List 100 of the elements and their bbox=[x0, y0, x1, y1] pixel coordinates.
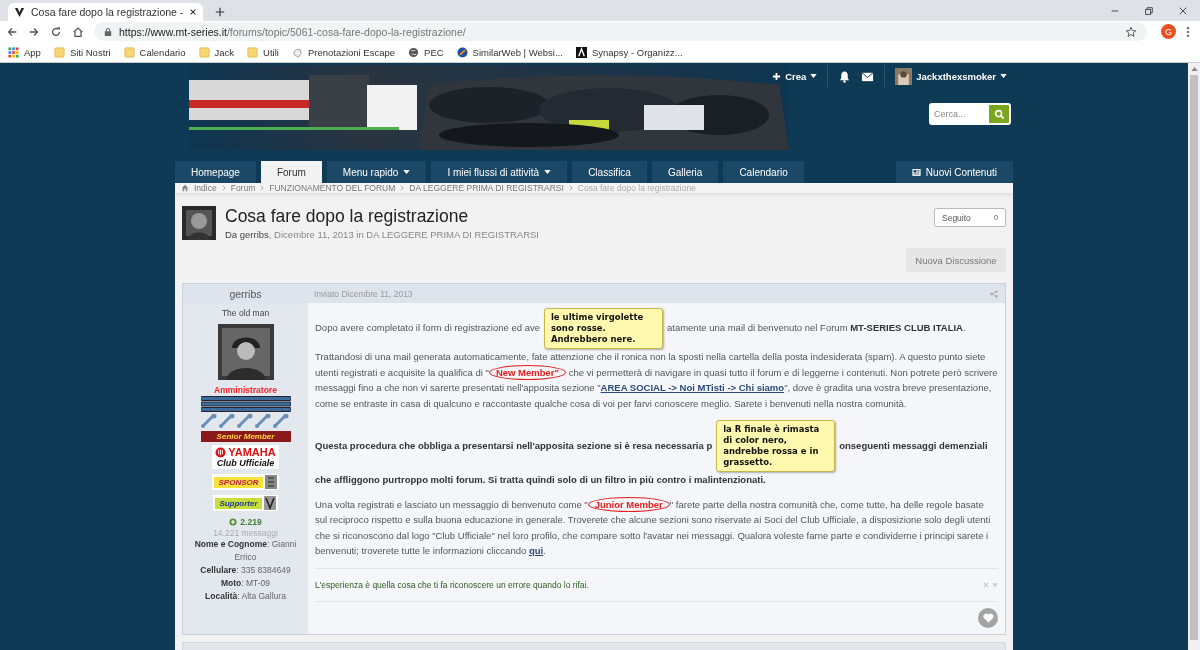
bookmark-label: Siti Nostri bbox=[69, 46, 111, 58]
post-paragraph: Una volta registrati e lasciato un messaggio di benvenuto come " Junior Member " farete parte della nostra comunità che, come tutte, ha delle regole basate sul reciproco rispetto e sulla buona educazione in generale. Troverete che alcune sezioni sono riservate ai Soci del Club Ufficiale, a disposizione solo degli utenti che si riconoscono dal logo "Club Ufficiale" nel loro profilo, che compare sotto l'avatar nei messaggi. Qualora voleste farne parte e condividerne i principi sarete i benvenuti; troverete tutte le informazioni cliccando qui. bbox=[315, 496, 992, 558]
bookmark[interactable]: PEC bbox=[408, 46, 444, 58]
folder-icon bbox=[198, 46, 210, 58]
post-paragraph: Dopo avere completato il form di registrazione ed ave le ultime virgolette sono rosse. Andrebbero nere. atamente una mail di benvenuto nel Forum MT-SERIES CLUB ITALIA. Trattandosi di una mail generata automaticamente, fate attenzione che il ronica non la sposti nella cartella della posta indesiderata (spam). A questo punto siete utenti registrati e acquisite la qualifica di " New Member" che vi permetterà di navigare in quasi tutto il forum e di leggerne i contenuti. Non potrete però scrivere messaggi fino a che non vi sarerte presentati nell'apposita sezione "AREA SOCIAL -> Noi MTisti -> Chi siamo", dove è gradita una vostra breve presentazione, come se entraste in casa di qualcuno e raccontaste qualche cosa di voi per farvi conoscere meglio. Sarete i benvenuti nella nostra comunità. bbox=[315, 308, 998, 411]
caret-icon bbox=[403, 170, 411, 174]
search-button[interactable] bbox=[987, 103, 1011, 125]
nav-tab[interactable]: Homepage bbox=[175, 161, 256, 183]
post-paragraph: Questa procedura che obbliga a presentarsi nell'apposita sezione si è resa necessaria p la R finale è rimasta di color nero, andrebbe rossa e in grassetto. onseguenti messaggi demenziali che affliggono purtroppo molti forum. Si tratta quindi solo di un filtro in più contro i malintenzionati. bbox=[315, 420, 998, 488]
chevron-icon bbox=[568, 185, 573, 191]
bookmark[interactable]: Jack bbox=[198, 46, 235, 58]
annotation-callout: la R finale è rimasta di color nero, andrebbe rossa e in grassetto. bbox=[716, 420, 836, 472]
emblem-icon bbox=[263, 496, 276, 510]
signature-text: L'esperienza è quella cosa che ti fa riconoscere un errore quando lo rifai. bbox=[315, 579, 589, 590]
nav-tab[interactable]: Menu rapido bbox=[326, 161, 427, 183]
caret-icon bbox=[810, 74, 818, 78]
emblem-icon bbox=[264, 475, 277, 489]
breadcrumb-link[interactable]: FUNZIONAMENTO DEL FORUM bbox=[269, 183, 396, 193]
tab-title: Cosa fare dopo la registrazione - bbox=[31, 6, 184, 18]
back-icon[interactable] bbox=[6, 25, 18, 38]
search-field[interactable]: Cerca... bbox=[929, 103, 987, 125]
plus-icon bbox=[772, 71, 782, 81]
url-text: https://www.mt-series.it/forums/topic/5061-cosa-fare-dopo-la-registrazione/ bbox=[119, 25, 466, 38]
user-title: The old man bbox=[221, 308, 270, 318]
folder-icon bbox=[53, 46, 65, 58]
breadcrumb-link[interactable]: Forum bbox=[230, 183, 256, 193]
breadcrumb-link[interactable]: Indice bbox=[194, 183, 217, 193]
caret-icon bbox=[544, 170, 552, 174]
nav-tab[interactable]: I miei flussi di attività bbox=[431, 161, 568, 183]
site-logo-icon bbox=[575, 46, 587, 58]
user-menu-button[interactable]: Jackxthexsmoker bbox=[895, 67, 1007, 85]
bookmark[interactable]: Utili bbox=[247, 46, 279, 58]
newspaper-icon bbox=[911, 167, 921, 177]
scroll-up-icon[interactable] bbox=[1190, 67, 1198, 71]
topic-meta: Da gerribs, Dicembre 11, 2013 in DA LEGGERE PRIMA DI REGISTRARSI bbox=[225, 229, 539, 240]
bookmark[interactable]: Calendario bbox=[123, 46, 186, 58]
nav-tab[interactable]: Classifica bbox=[572, 161, 647, 183]
sponsor-badge: SPONSOR bbox=[214, 476, 263, 488]
post-author[interactable]: gerribs bbox=[183, 287, 308, 300]
forward-icon[interactable] bbox=[28, 25, 40, 38]
heart-icon bbox=[982, 612, 994, 623]
breadcrumb-current: Cosa fare dopo la registrazione bbox=[577, 183, 696, 193]
breadcrumb-link[interactable]: DA LEGGERE PRIMA DI REGISTRARSI bbox=[409, 183, 564, 193]
site-logo-icon bbox=[456, 46, 468, 58]
bookmark[interactable]: Siti Nostri bbox=[53, 46, 111, 58]
bell-icon[interactable] bbox=[838, 69, 852, 83]
bookmark-label: Prenotazioni Escape bbox=[307, 46, 396, 58]
mail-icon[interactable] bbox=[861, 69, 875, 83]
profile-avatar[interactable]: G bbox=[1161, 24, 1176, 39]
plus-icon bbox=[229, 518, 238, 526]
reload-icon[interactable] bbox=[50, 25, 62, 38]
restore-icon[interactable] bbox=[1144, 6, 1154, 16]
bookmark-label: PEC bbox=[424, 46, 444, 58]
chevron-icon bbox=[260, 185, 265, 191]
bookmark-label: Jack bbox=[214, 46, 235, 58]
new-topic-button[interactable]: Nuova Discussione bbox=[906, 248, 1006, 272]
topic-title: Cosa fare dopo la registrazione bbox=[225, 206, 470, 227]
nav-tab[interactable]: Calendario bbox=[723, 161, 804, 183]
profile-field: Cellulare: 335 8384649 bbox=[194, 564, 297, 577]
search-icon bbox=[993, 108, 1005, 120]
lock-icon bbox=[104, 26, 112, 37]
annotation-callout: le ultime virgolette sono rosse. Andrebbero nere. bbox=[543, 308, 663, 349]
folder-icon bbox=[247, 46, 259, 58]
create-button[interactable]: Crea bbox=[772, 70, 818, 82]
rank-badge: Senior Member bbox=[200, 431, 291, 442]
address-bar[interactable]: https://www.mt-series.it/forums/topic/5061-cosa-fare-dopo-la-registrazione/ bbox=[94, 22, 1147, 41]
folder-icon bbox=[123, 46, 135, 58]
author-link[interactable]: gerribs bbox=[239, 229, 269, 240]
brand-badge-text: YAMAHA bbox=[228, 446, 276, 458]
globe-icon bbox=[408, 46, 420, 58]
apps-grid-icon bbox=[8, 46, 19, 58]
bookmark-label: Utili bbox=[263, 46, 279, 58]
user-group: Amministratore bbox=[214, 385, 277, 395]
bookmark-label: Calendario bbox=[139, 46, 186, 58]
browser-tab[interactable]: Cosa fare dopo la registrazione - bbox=[8, 3, 204, 21]
home-icon[interactable] bbox=[72, 25, 84, 38]
post-link[interactable]: AREA SOCIAL -> Noi MTisti -> Chi siamo bbox=[600, 382, 785, 393]
scrollbar[interactable] bbox=[1188, 63, 1200, 650]
profile-field: Località: Alta Gallura bbox=[199, 590, 292, 603]
star-icon[interactable] bbox=[1125, 25, 1137, 38]
chevron-icon bbox=[400, 185, 405, 191]
close-icon[interactable] bbox=[1178, 6, 1188, 16]
close-icon[interactable] bbox=[189, 8, 198, 16]
supporter-badge: Supporter bbox=[215, 497, 262, 509]
home-icon bbox=[181, 184, 189, 192]
new-tab-icon[interactable] bbox=[215, 7, 226, 17]
reputation-count: 2.219 bbox=[240, 517, 262, 527]
bookmark-label: App bbox=[24, 46, 41, 58]
post-count: 14.221 messaggi bbox=[213, 528, 278, 538]
bookmark[interactable]: App bbox=[8, 46, 41, 58]
new-content-button[interactable]: Nuovi Contenuti bbox=[895, 161, 1013, 183]
nav-tab[interactable]: Forum bbox=[260, 161, 322, 183]
chevron-icon bbox=[221, 185, 226, 191]
caret-icon bbox=[1000, 74, 1007, 78]
profile-field: Moto: MT-09 bbox=[214, 577, 277, 590]
menu-icon[interactable] bbox=[1186, 25, 1190, 38]
logo-icon bbox=[14, 6, 25, 18]
club-badge-text: Club Ufficiale bbox=[216, 458, 275, 468]
bookmark[interactable]: Prenotazioni Escape bbox=[291, 46, 396, 58]
nav-tab[interactable]: Galleria bbox=[651, 161, 719, 183]
